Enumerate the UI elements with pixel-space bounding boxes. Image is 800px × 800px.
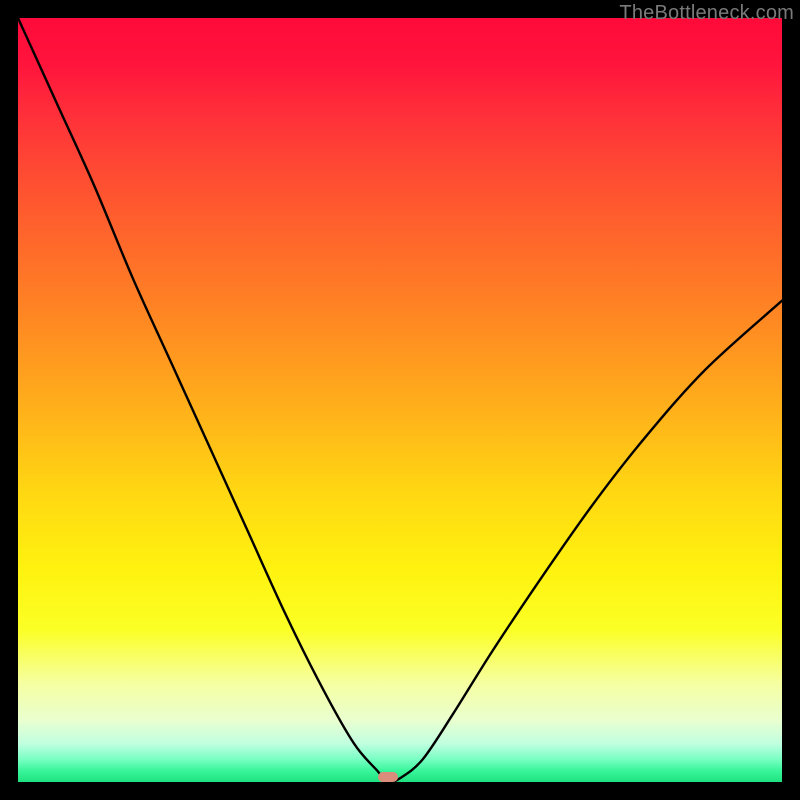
plot-area xyxy=(18,18,782,782)
watermark-text: TheBottleneck.com xyxy=(619,2,794,25)
chart-frame: TheBottleneck.com xyxy=(0,0,800,800)
bottleneck-curve xyxy=(18,18,782,782)
optimal-point-marker xyxy=(378,772,398,782)
